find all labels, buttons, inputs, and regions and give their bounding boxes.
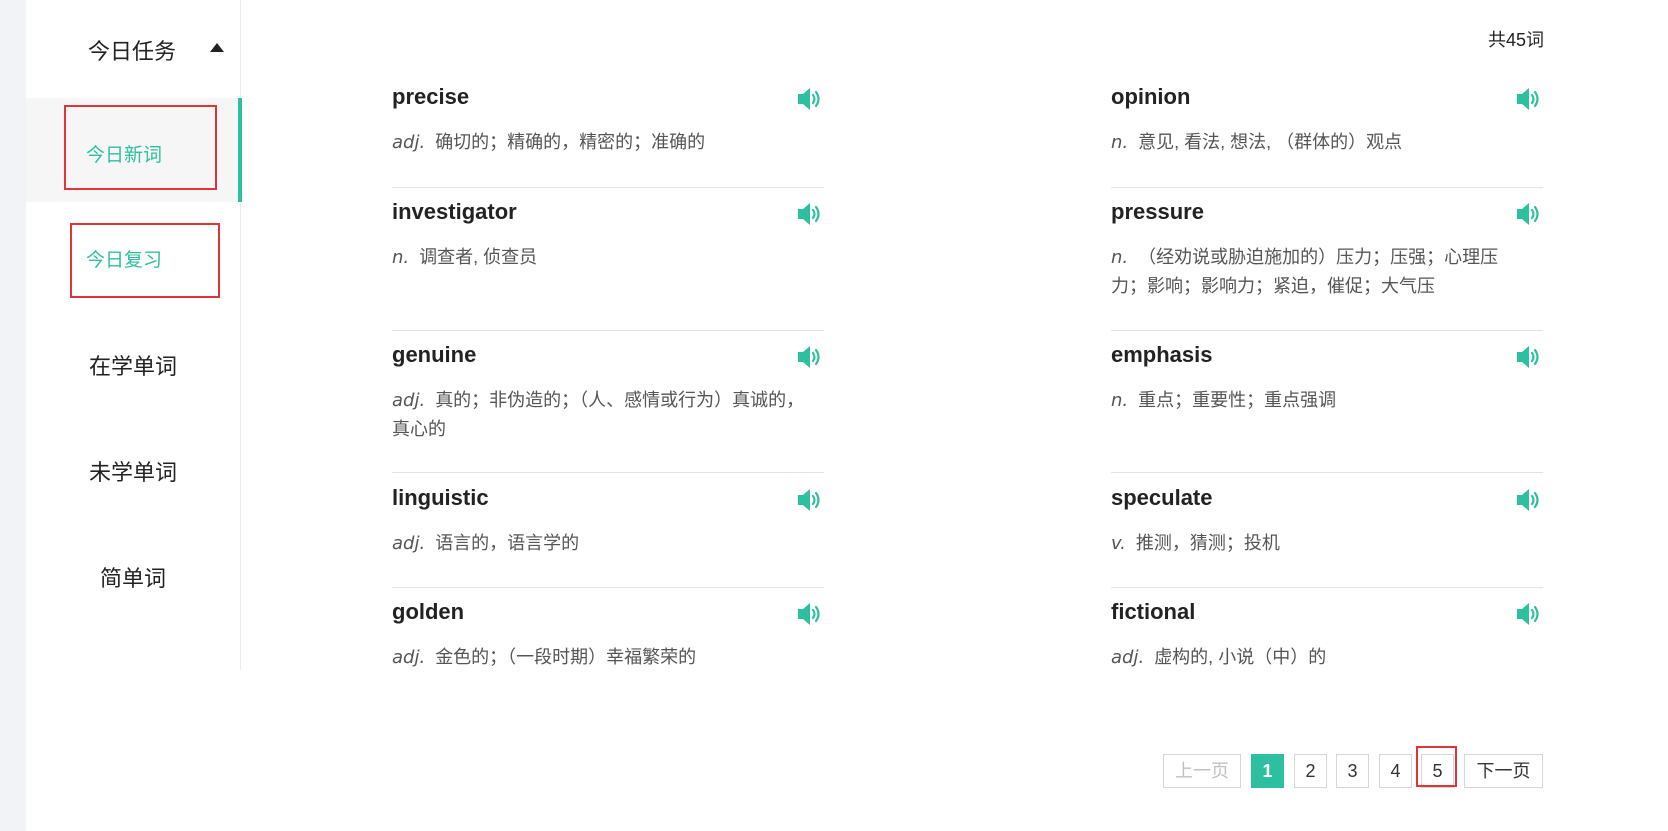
word-text: fictional: [1111, 599, 1196, 624]
word-meaning: n. 重点；重要性；重点强调: [1111, 386, 1531, 415]
word-text: linguistic: [392, 485, 489, 510]
word-meaning: adj. 虚构的, 小说（中）的: [1111, 643, 1531, 672]
part-of-speech: n.: [1111, 390, 1129, 411]
definition: 金色的；（一段时期）幸福繁荣的: [435, 647, 697, 667]
sidebar-item-new-words-label[interactable]: 今日新词: [86, 140, 162, 167]
definition: 语言的，语言学的: [435, 533, 580, 553]
sidebar-item-easy-words-label: 简单词: [99, 566, 166, 591]
word-text: speculate: [1111, 485, 1213, 510]
word-meaning: n. （经劝说或胁迫施加的）压力；压强；心理压力；影响；影响力；紧迫，催促；大气压: [1111, 243, 1531, 301]
part-of-speech: adj.: [392, 533, 426, 554]
word-text: emphasis: [1111, 342, 1213, 367]
word-meaning: adj. 真的；非伪造的；（人、感情或行为）真诚的，真心的: [392, 386, 812, 444]
word-text: precise: [392, 84, 470, 109]
page-button-2[interactable]: 2: [1294, 754, 1327, 788]
word-count: 共45词: [1488, 30, 1545, 50]
sidebar-item-review-label[interactable]: 今日复习: [86, 245, 162, 272]
speaker-icon[interactable]: [1515, 601, 1543, 627]
word-text: pressure: [1111, 199, 1204, 224]
part-of-speech: adj.: [1111, 647, 1145, 668]
part-of-speech: n.: [392, 247, 410, 268]
sidebar-item-learning-label: 在学单词: [88, 354, 177, 379]
sidebar-item-easy-words[interactable]: 简单词: [26, 524, 240, 624]
word-text: investigator: [392, 199, 517, 224]
speaker-icon[interactable]: [796, 344, 824, 370]
word-text: golden: [392, 599, 465, 624]
page-button-1[interactable]: 1: [1251, 754, 1284, 788]
divider: [392, 472, 824, 473]
word-meaning: n. 调查者, 侦查员: [392, 243, 812, 272]
definition: 调查者, 侦查员: [419, 247, 538, 267]
part-of-speech: adj.: [392, 132, 426, 153]
speaker-icon[interactable]: [796, 601, 824, 627]
today-task-title: 今日任务: [88, 39, 177, 64]
main-panel: [26, 0, 1668, 831]
definition: 真的；非伪造的；（人、感情或行为）真诚的，真心的: [392, 390, 805, 439]
definition: 重点；重要性；重点强调: [1138, 390, 1337, 410]
speaker-icon[interactable]: [1515, 344, 1543, 370]
divider: [392, 187, 824, 188]
word-text: genuine: [392, 342, 477, 367]
divider: [392, 587, 824, 588]
divider: [1111, 472, 1543, 473]
definition: 意见, 看法, 想法, （群体的）观点: [1138, 132, 1403, 152]
part-of-speech: adj.: [392, 647, 426, 668]
highlight-box: [1416, 746, 1457, 787]
divider: [392, 330, 824, 331]
sidebar-item-unlearned[interactable]: 未学单词: [26, 418, 240, 518]
part-of-speech: n.: [1111, 247, 1129, 268]
definition: 确切的；精确的，精密的；准确的: [435, 132, 706, 152]
divider: [1111, 187, 1543, 188]
word-meaning: v. 推测，猜测；投机: [1111, 529, 1531, 558]
definition: （经劝说或胁迫施加的）压力；压强；心理压力；影响；影响力；紧迫，催促；大气压: [1111, 247, 1499, 296]
definition: 虚构的, 小说（中）的: [1154, 647, 1327, 667]
divider: [1111, 330, 1543, 331]
divider: [1111, 587, 1543, 588]
speaker-icon[interactable]: [1515, 86, 1543, 112]
sidebar: 今日任务 今日新词 今日复习 在学单词 未学单词 简单词: [26, 0, 242, 670]
part-of-speech: v.: [1111, 533, 1126, 554]
definition: 推测，猜测；投机: [1135, 533, 1280, 553]
word-meaning: adj. 确切的；精确的，精密的；准确的: [392, 128, 812, 157]
speaker-icon[interactable]: [1515, 487, 1543, 513]
speaker-icon[interactable]: [796, 201, 824, 227]
prev-page-button[interactable]: 上一页: [1163, 754, 1241, 788]
today-task-header[interactable]: 今日任务: [26, 0, 240, 96]
active-indicator: [238, 98, 242, 202]
word-meaning: adj. 金色的；（一段时期）幸福繁荣的: [392, 643, 812, 672]
speaker-icon[interactable]: [1515, 201, 1543, 227]
sidebar-item-unlearned-label: 未学单词: [88, 460, 177, 485]
speaker-icon[interactable]: [796, 487, 824, 513]
caret-up-icon[interactable]: [210, 43, 224, 52]
word-meaning: n. 意见, 看法, 想法, （群体的）观点: [1111, 128, 1531, 157]
next-page-button[interactable]: 下一页: [1464, 754, 1543, 788]
page-button-4[interactable]: 4: [1379, 754, 1412, 788]
word-meaning: adj. 语言的，语言学的: [392, 529, 812, 558]
word-text: opinion: [1111, 84, 1191, 109]
sidebar-item-learning[interactable]: 在学单词: [26, 312, 240, 412]
part-of-speech: n.: [1111, 132, 1129, 153]
part-of-speech: adj.: [392, 390, 426, 411]
speaker-icon[interactable]: [796, 86, 824, 112]
page-button-3[interactable]: 3: [1336, 754, 1369, 788]
